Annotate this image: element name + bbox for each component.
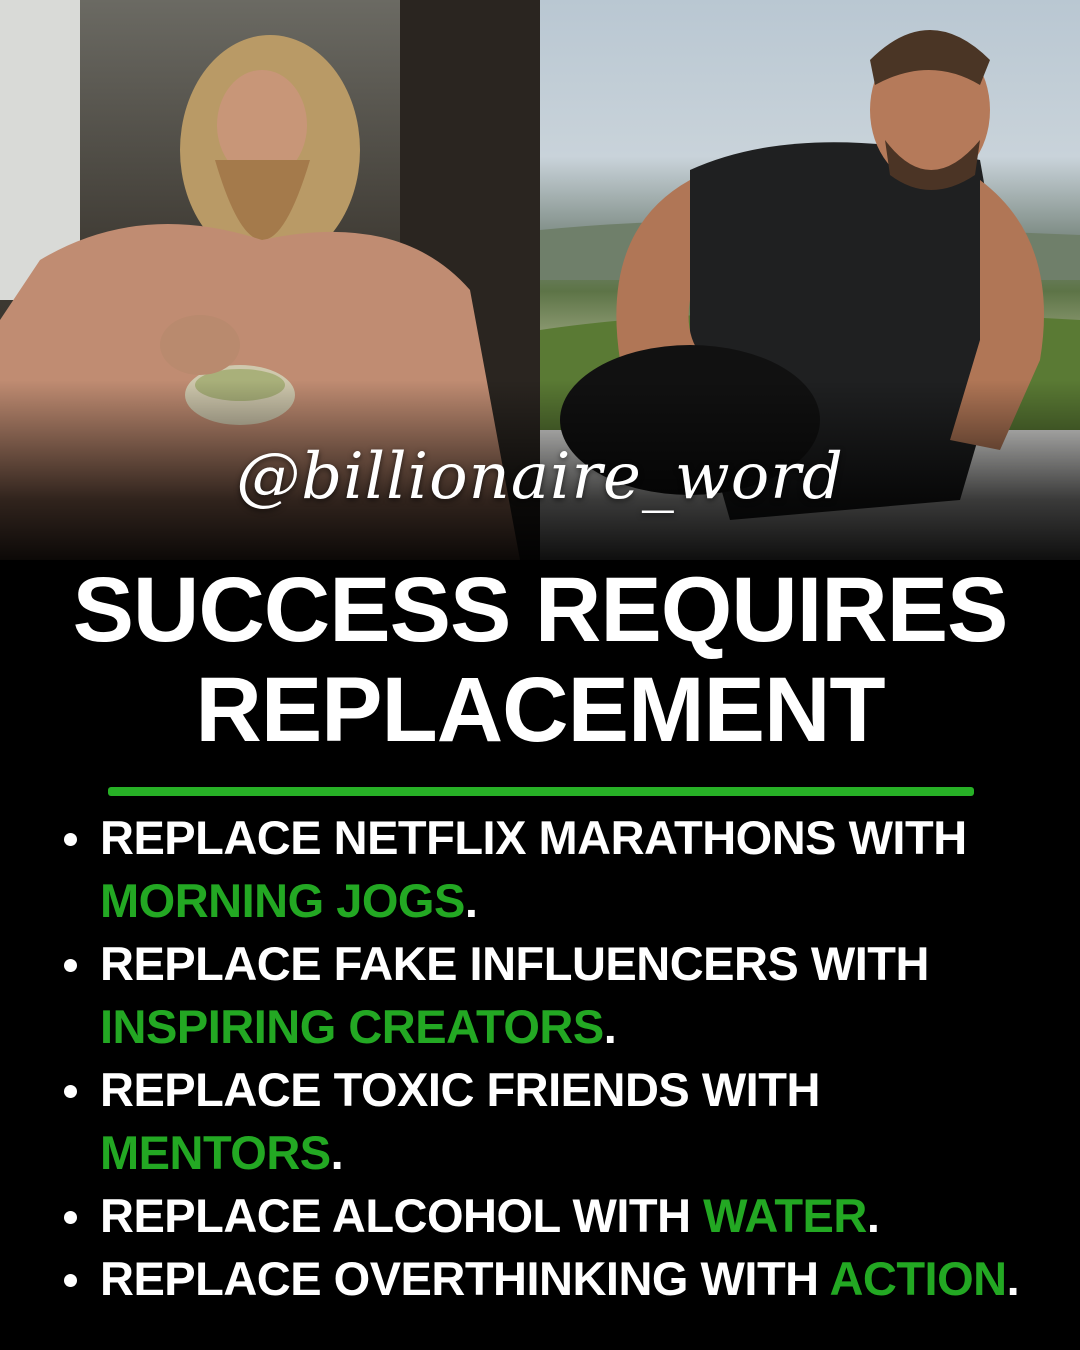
item-highlight: INSPIRING CREATORS	[100, 1000, 604, 1053]
green-divider	[108, 787, 974, 796]
item-end: .	[603, 1000, 617, 1053]
item-end: .	[1006, 1252, 1020, 1305]
item-text: REPLACE ALCOHOL WITH	[100, 1189, 704, 1242]
list-item: REPLACE OVERTHINKING WITH ACTION.	[62, 1247, 1062, 1310]
bullet-dot-icon	[64, 833, 77, 846]
item-text: REPLACE TOXIC FRIENDS WITH	[100, 1063, 820, 1116]
item-text: REPLACE FAKE INFLUENCERS WITH	[100, 937, 929, 990]
replacement-list: REPLACE NETFLIX MARATHONS WITH MORNING J…	[62, 806, 1062, 1310]
item-end: .	[330, 1126, 344, 1179]
headline-line-1: SUCCESS REQUIRES	[72, 559, 1009, 661]
item-text: REPLACE OVERTHINKING WITH	[100, 1252, 830, 1305]
headline: SUCCESS REQUIRES REPLACEMENT	[0, 560, 1080, 760]
bullet-dot-icon	[64, 1085, 77, 1098]
item-text: REPLACE NETFLIX MARATHONS WITH	[100, 811, 967, 864]
item-highlight: ACTION	[829, 1252, 1007, 1305]
item-highlight: MENTORS	[100, 1126, 331, 1179]
list-item: REPLACE FAKE INFLUENCERS WITH INSPIRING …	[62, 932, 1062, 1058]
bullet-dot-icon	[64, 1274, 77, 1287]
headline-line-2: REPLACEMENT	[195, 659, 885, 761]
list-item: REPLACE ALCOHOL WITH WATER.	[62, 1184, 1062, 1247]
bullet-dot-icon	[64, 959, 77, 972]
item-highlight: WATER	[703, 1189, 867, 1242]
list-item: REPLACE TOXIC FRIENDS WITH MENTORS.	[62, 1058, 1062, 1184]
bullet-dot-icon	[64, 1211, 77, 1224]
account-handle: @billionaire_word	[236, 440, 844, 514]
item-end: .	[464, 874, 478, 927]
post-canvas: @billionaire_word SUCCESS REQUIRES REPLA…	[0, 0, 1080, 1350]
item-highlight: MORNING JOGS	[100, 874, 465, 927]
list-item: REPLACE NETFLIX MARATHONS WITH MORNING J…	[62, 806, 1062, 932]
item-end: .	[866, 1189, 880, 1242]
